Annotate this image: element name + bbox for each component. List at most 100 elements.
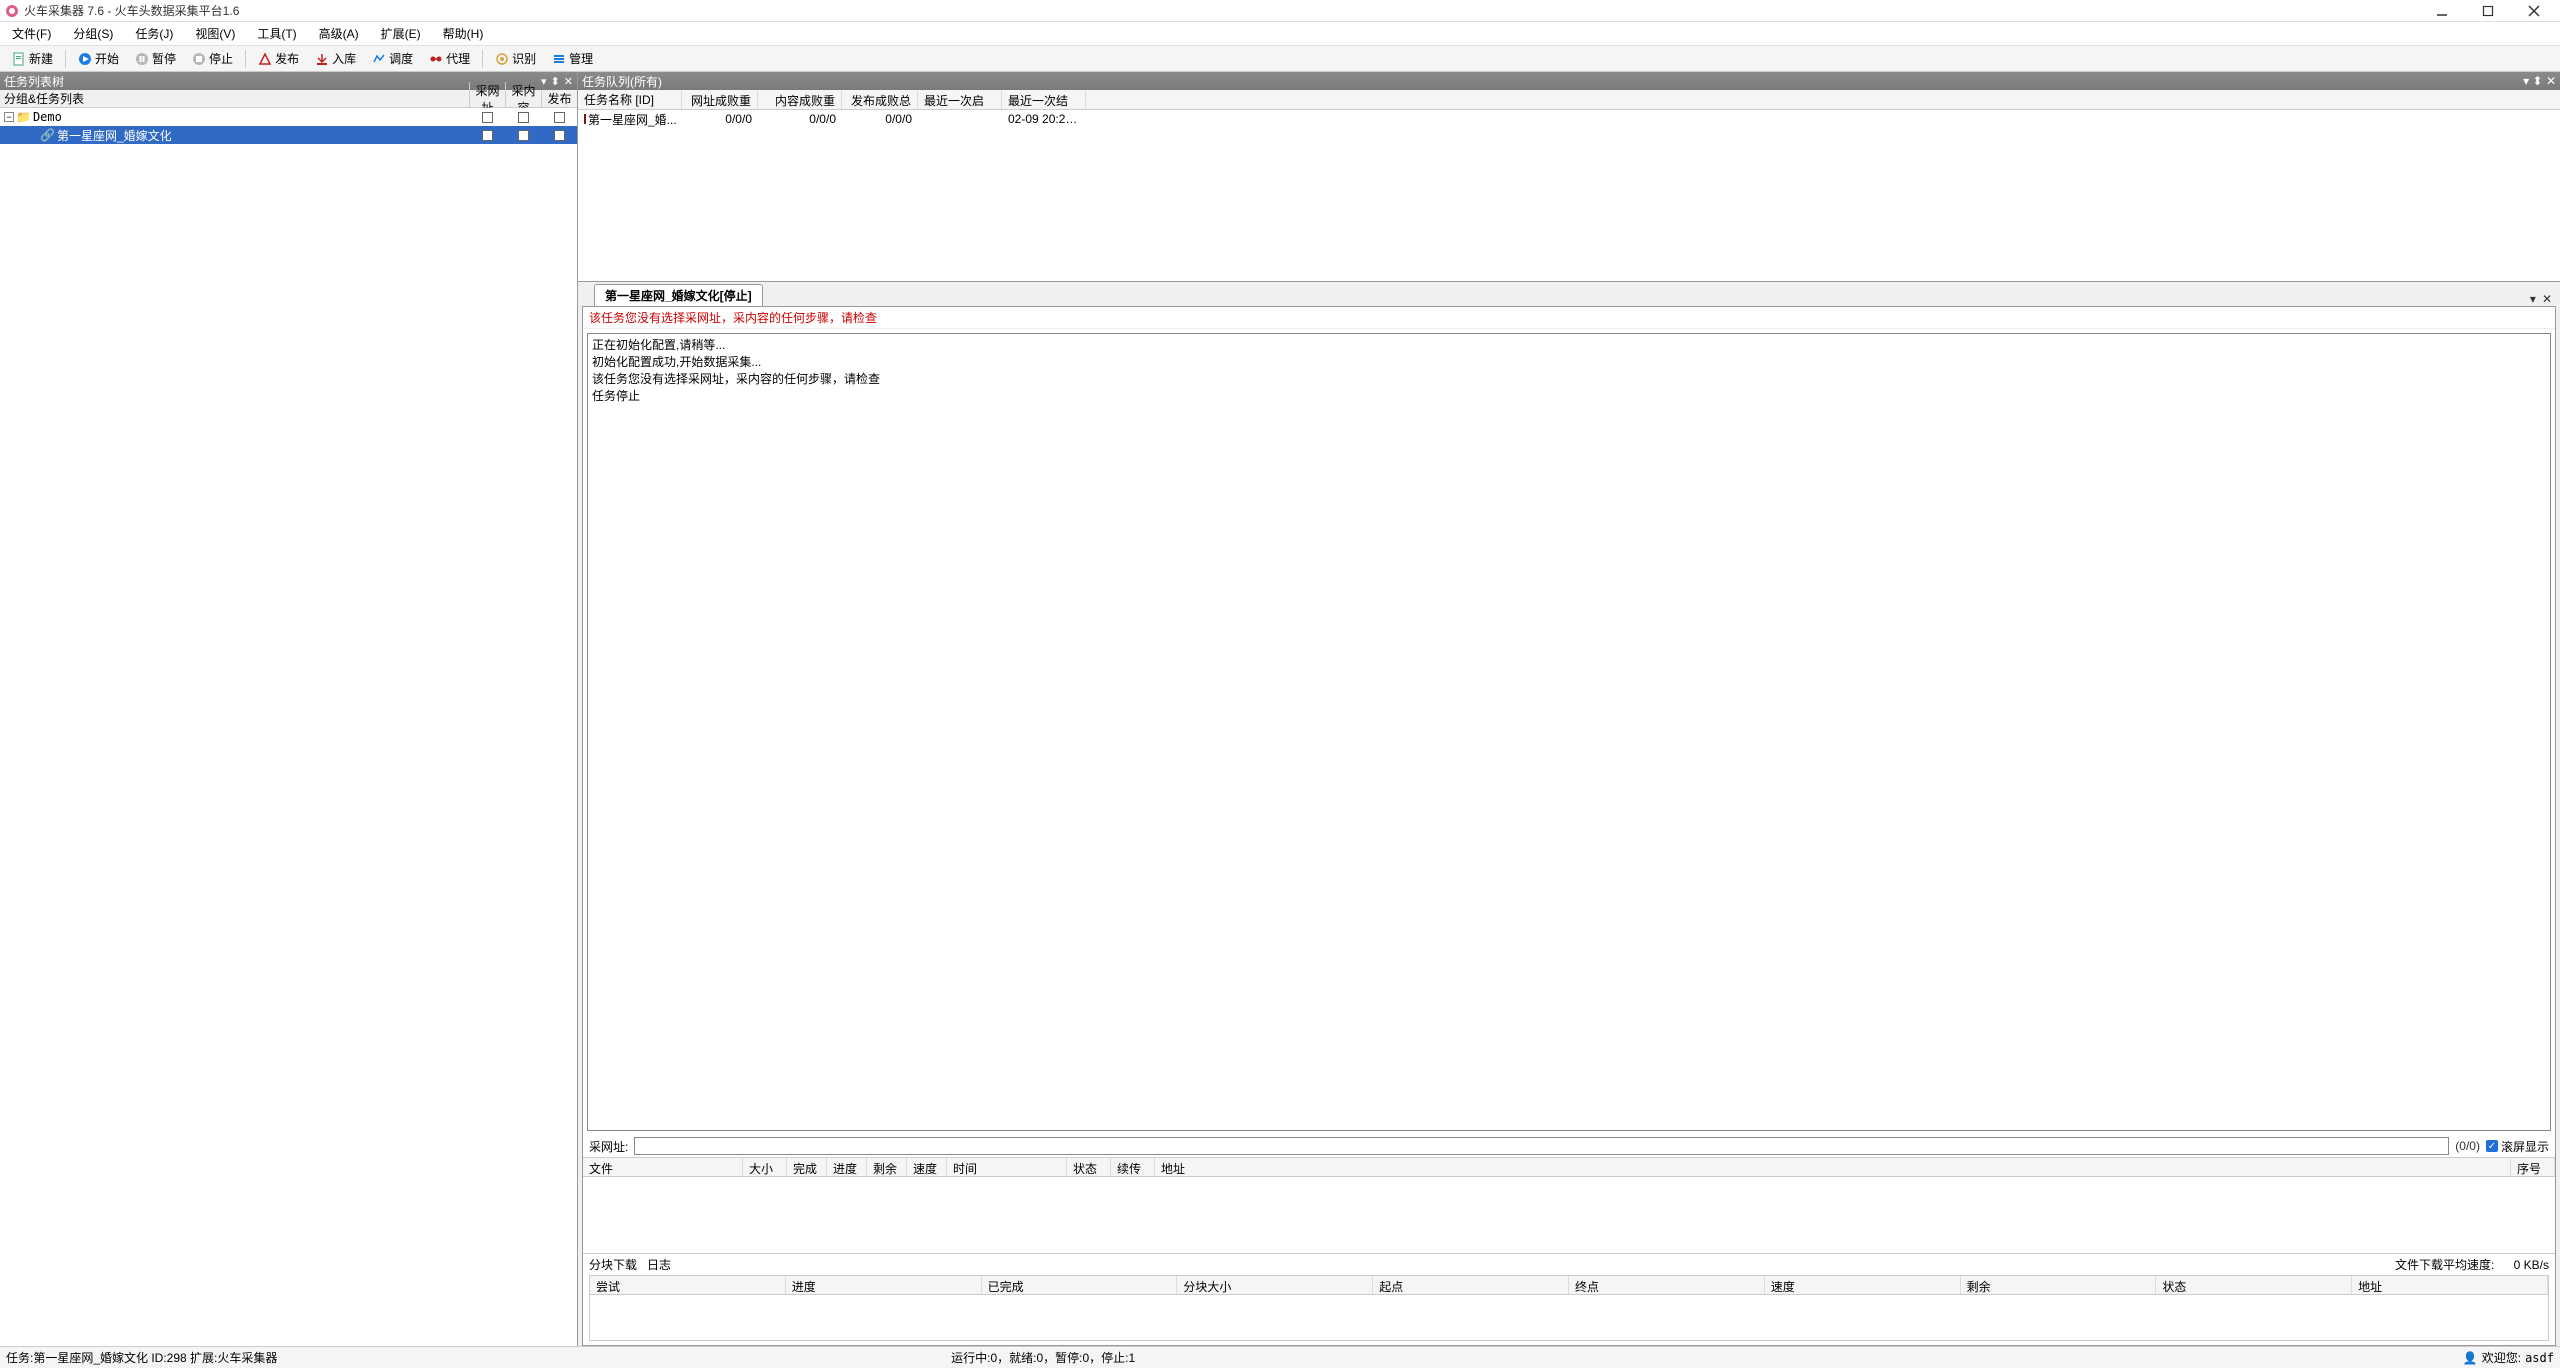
recognize-button[interactable]: 识别 [489,48,542,69]
ccol-done[interactable]: 已完成 [982,1276,1178,1294]
close-panel-icon[interactable]: ✕ [564,75,573,88]
queue-body[interactable]: 第一星座网_婚... 0/0/0 0/0/0 0/0/0 02-09 20:27… [578,110,2560,281]
tree-task-row[interactable]: 🔗 第一星座网_婚嫁文化 [0,126,577,144]
qcol-last-end[interactable]: 最近一次结束于 [1002,90,1086,109]
manage-icon [552,52,566,66]
new-button[interactable]: 新建 [6,48,59,69]
proxy-button[interactable]: 代理 [423,48,476,69]
checkbox[interactable] [518,112,529,123]
ccol-end[interactable]: 终点 [1569,1276,1765,1294]
menu-tool[interactable]: 工具(T) [253,23,300,44]
task-tree-panel: 任务列表树 ▾ ⬍ ✕ 分组&任务列表 采网址 采内容 发布 − 📁 Demo [0,72,578,1346]
ccol-size[interactable]: 分块大小 [1177,1276,1373,1294]
log-output[interactable]: 正在初始化配置,请稍等... 初始化配置成功,开始数据采集... 该任务您没有选… [587,333,2551,1131]
speed-label: 文件下载平均速度: [2395,1258,2494,1272]
minimize-button[interactable] [2428,2,2456,20]
checkbox[interactable] [554,112,565,123]
checkbox[interactable] [518,130,529,141]
import-icon [315,52,329,66]
fcol-progress[interactable]: 进度 [827,1158,867,1176]
user-icon: 👤 [2463,1351,2478,1365]
status-run-counts: 运行中:0，就绪:0，暂停:0，停止:1 [951,1349,1135,1366]
qcol-publish[interactable]: 发布成败总数 [842,90,918,109]
close-tab-icon[interactable]: ✕ [2542,292,2552,306]
scroll-display-checkbox[interactable]: ✓ 滚屏显示 [2486,1138,2549,1155]
schedule-button[interactable]: 调度 [366,48,419,69]
manage-label: 管理 [569,50,593,67]
menu-help[interactable]: 帮助(H) [439,23,488,44]
collapse-icon[interactable]: − [4,112,14,122]
menu-extend[interactable]: 扩展(E) [377,23,425,44]
folder-label: Demo [33,110,62,124]
pin-icon[interactable]: ⬍ [551,75,560,88]
ccol-remain[interactable]: 剩余 [1961,1276,2157,1294]
status-task-info: 任务:第一星座网_婚嫁文化 ID:298 扩展:火车采集器 [6,1349,277,1366]
file-columns: 文件 大小 完成 进度 剩余 速度 时间 状态 续传 地址 序号 [583,1157,2555,1177]
start-button[interactable]: 开始 [72,48,125,69]
dropdown-icon[interactable]: ▾ [2530,292,2536,306]
import-label: 入库 [332,50,356,67]
close-button[interactable] [2520,2,2548,20]
col-publish[interactable]: 发布 [541,90,577,107]
fcol-resume[interactable]: 续传 [1111,1158,1155,1176]
import-button[interactable]: 入库 [309,48,362,69]
chunk-table-body[interactable] [589,1295,2549,1341]
schedule-icon [372,52,386,66]
ccol-speed[interactable]: 速度 [1765,1276,1961,1294]
manage-button[interactable]: 管理 [546,48,599,69]
fcol-address[interactable]: 地址 [1155,1158,2511,1176]
fcol-time[interactable]: 时间 [947,1158,1067,1176]
fcol-size[interactable]: 大小 [743,1158,787,1176]
close-panel-icon[interactable]: ✕ [2546,74,2556,88]
file-table-body[interactable] [583,1177,2555,1253]
dropdown-icon[interactable]: ▾ [2523,74,2529,88]
fcol-file[interactable]: 文件 [583,1158,743,1176]
checkbox[interactable] [482,112,493,123]
maximize-button[interactable] [2474,2,2502,20]
fcol-seq[interactable]: 序号 [2511,1158,2555,1176]
ccol-address[interactable]: 地址 [2352,1276,2548,1294]
task-tree-columns: 分组&任务列表 采网址 采内容 发布 [0,90,577,108]
detail-tab[interactable]: 第一星座网_婚嫁文化[停止] [594,284,763,306]
checkbox[interactable] [482,130,493,141]
queue-content-stat: 0/0/0 [758,112,842,126]
task-queue-panel: 任务队列(所有) ▾ ⬍ ✕ 任务名称 [ID] 网址成败重复 内容成败重复 发… [578,72,2560,282]
dropdown-icon[interactable]: ▾ [541,75,547,88]
publish-label: 发布 [275,50,299,67]
address-input[interactable] [634,1137,2449,1155]
stop-button[interactable]: 停止 [186,48,239,69]
tree-folder-row[interactable]: − 📁 Demo [0,108,577,126]
fcol-done[interactable]: 完成 [787,1158,827,1176]
ccol-progress[interactable]: 进度 [786,1276,982,1294]
qcol-last-start[interactable]: 最近一次启动于 [918,90,1002,109]
qcol-content[interactable]: 内容成败重复 [758,90,842,109]
warning-message: 该任务您没有选择采网址，采内容的任何步骤，请检查 [583,307,2555,329]
qcol-name[interactable]: 任务名称 [ID] [578,90,682,109]
pin-icon[interactable]: ⬍ [2533,74,2543,88]
fcol-remain[interactable]: 剩余 [867,1158,907,1176]
menu-advanced[interactable]: 高级(A) [315,23,363,44]
task-icon: 🔗 [40,128,55,142]
col-name[interactable]: 分组&任务列表 [0,90,469,107]
ccol-status[interactable]: 状态 [2156,1276,2352,1294]
stop-icon [192,52,206,66]
menu-group[interactable]: 分组(S) [69,23,117,44]
title-bar: 火车采集器 7.6 - 火车头数据采集平台1.6 [0,0,2560,22]
log-tab[interactable]: 日志 [647,1256,671,1273]
qcol-url[interactable]: 网址成败重复 [682,90,758,109]
ccol-try[interactable]: 尝试 [590,1276,786,1294]
checkbox[interactable] [554,130,565,141]
ccol-start[interactable]: 起点 [1373,1276,1569,1294]
menu-view[interactable]: 视图(V) [191,23,239,44]
chunk-tab[interactable]: 分块下载 [589,1256,637,1273]
separator [482,50,483,68]
queue-row[interactable]: 第一星座网_婚... 0/0/0 0/0/0 0/0/0 02-09 20:27… [578,110,2560,128]
pause-button[interactable]: 暂停 [129,48,182,69]
menu-file[interactable]: 文件(F) [8,23,55,44]
fcol-status[interactable]: 状态 [1067,1158,1111,1176]
menu-task[interactable]: 任务(J) [131,23,177,44]
fcol-speed[interactable]: 速度 [907,1158,947,1176]
app-icon [4,3,20,19]
publish-button[interactable]: 发布 [252,48,305,69]
task-tree-body[interactable]: − 📁 Demo 🔗 第一星座网_婚嫁文化 [0,108,577,1346]
